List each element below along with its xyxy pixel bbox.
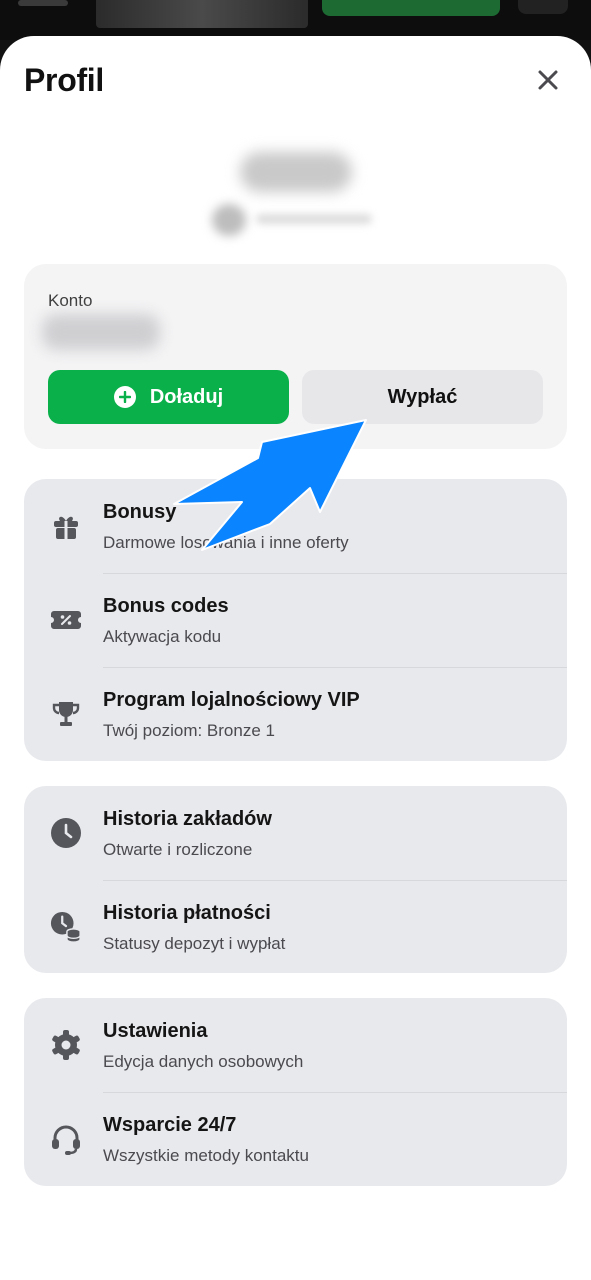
gear-icon bbox=[50, 1029, 82, 1061]
menu-item-subtitle: Darmowe losowania i inne oferty bbox=[103, 533, 349, 552]
close-icon bbox=[537, 69, 559, 96]
menu-item-payment-history[interactable]: Historia płatności Statusy depozyt i wyp… bbox=[24, 880, 567, 973]
username-redacted bbox=[240, 152, 352, 192]
account-card: Konto Doładuj Wypłać bbox=[24, 264, 567, 449]
profile-sheet: Profil Konto Doładuj Wypłać Bonusy Darmo bbox=[0, 36, 591, 1280]
plus-circle-icon bbox=[113, 386, 136, 408]
menu-item-settings[interactable]: Ustawienia Edycja danych osobowych bbox=[24, 998, 567, 1092]
menu-item-subtitle: Edycja danych osobowych bbox=[103, 1052, 304, 1071]
payment-history-icon bbox=[50, 911, 82, 943]
user-info-redacted bbox=[200, 146, 390, 236]
coupon-icon bbox=[50, 604, 82, 636]
menu-item-subtitle: Otwarte i rozliczone bbox=[103, 840, 253, 859]
menu-item-title: Historia płatności bbox=[103, 902, 271, 924]
page-title: Profil bbox=[24, 62, 104, 98]
balance-redacted bbox=[42, 314, 160, 350]
menu-item-subtitle: Aktywacja kodu bbox=[103, 627, 222, 646]
menu-item-title: Ustawienia bbox=[103, 1020, 208, 1042]
menu-group-settings: Ustawienia Edycja danych osobowych Wspar… bbox=[24, 998, 567, 1186]
menu-item-subtitle: Wszystkie metody kontaktu bbox=[103, 1146, 309, 1165]
menu-item-support[interactable]: Wsparcie 24/7 Wszystkie metody kontaktu bbox=[24, 1092, 567, 1186]
close-button[interactable] bbox=[530, 64, 566, 100]
avatar bbox=[212, 204, 246, 236]
menu-group-history: Historia zakładów Otwarte i rozliczone H… bbox=[24, 786, 567, 973]
account-label: Konto bbox=[48, 291, 93, 310]
menu-item-vip-program[interactable]: Program lojalnościowy VIP Twój poziom: B… bbox=[24, 667, 567, 761]
menu-item-subtitle: Statusy depozyt i wypłat bbox=[103, 934, 286, 953]
background-app bbox=[0, 0, 591, 40]
withdraw-label: Wypłać bbox=[387, 385, 458, 408]
background-banner bbox=[96, 0, 308, 28]
clock-icon bbox=[50, 817, 82, 849]
topup-label: Doładuj bbox=[149, 385, 224, 408]
topup-button[interactable]: Doładuj bbox=[48, 370, 289, 424]
menu-group-bonuses: Bonusy Darmowe losowania i inne oferty B… bbox=[24, 479, 567, 761]
menu-item-title: Bonus codes bbox=[103, 595, 229, 617]
menu-item-title: Bonusy bbox=[103, 501, 177, 523]
menu-item-bet-history[interactable]: Historia zakładów Otwarte i rozliczone bbox=[24, 786, 567, 880]
gift-icon bbox=[50, 510, 82, 542]
menu-item-title: Wsparcie 24/7 bbox=[103, 1114, 237, 1136]
menu-item-subtitle: Twój poziom: Bronze 1 bbox=[103, 721, 275, 740]
headset-icon bbox=[50, 1123, 82, 1155]
user-id-redacted bbox=[256, 214, 372, 224]
menu-item-bonusy[interactable]: Bonusy Darmowe losowania i inne oferty bbox=[24, 479, 567, 573]
trophy-icon bbox=[50, 698, 82, 730]
menu-item-bonus-codes[interactable]: Bonus codes Aktywacja kodu bbox=[24, 573, 567, 667]
withdraw-button[interactable]: Wypłać bbox=[302, 370, 543, 424]
background-deposit-button bbox=[322, 0, 500, 16]
menu-item-title: Historia zakładów bbox=[103, 808, 272, 830]
menu-item-title: Program lojalnościowy VIP bbox=[103, 689, 360, 711]
background-profile-button bbox=[518, 0, 568, 14]
background-menu-icon bbox=[18, 0, 68, 6]
